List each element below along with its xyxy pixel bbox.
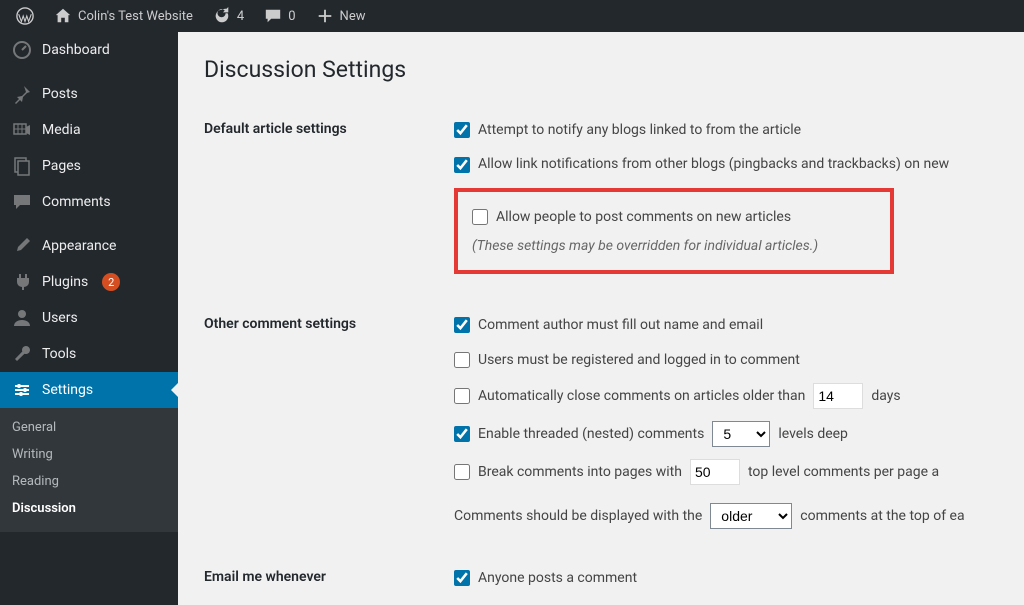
input-comments-per-page[interactable] — [690, 459, 740, 485]
select-comment-order[interactable]: older — [710, 503, 792, 529]
new-label: New — [340, 9, 366, 24]
label-notify-linked: Attempt to notify any blogs linked to fr… — [478, 119, 801, 141]
site-home-link[interactable]: Colin's Test Website — [46, 0, 201, 32]
highlight-annotation: Allow people to post comments on new art… — [454, 188, 894, 274]
updates-link[interactable]: 4 — [205, 0, 252, 32]
content-area: Discussion Settings Default article sett… — [178, 32, 1024, 605]
label-must-register: Users must be registered and logged in t… — [478, 349, 800, 371]
menu-appearance[interactable]: Appearance — [0, 228, 178, 264]
checkbox-allow-pingbacks[interactable] — [454, 157, 470, 173]
menu-label: Media — [42, 122, 81, 138]
pending-comments-count: 0 — [288, 9, 295, 24]
section-email-me-heading: Email me whenever — [204, 553, 454, 605]
menu-label: Settings — [42, 382, 93, 398]
menu-label: Dashboard — [42, 42, 110, 58]
menu-label: Appearance — [42, 238, 116, 254]
comment-icon — [264, 7, 282, 25]
page-title: Discussion Settings — [204, 56, 1004, 83]
label-auto-close-pre: Automatically close comments on articles… — [478, 385, 805, 407]
new-content-link[interactable]: New — [308, 0, 374, 32]
submenu-discussion[interactable]: Discussion — [0, 495, 178, 522]
section-default-article-heading: Default article settings — [204, 105, 454, 300]
menu-tools[interactable]: Tools — [0, 336, 178, 372]
menu-media[interactable]: Media — [0, 112, 178, 148]
submenu-writing[interactable]: Writing — [0, 441, 178, 468]
input-auto-close-days[interactable] — [813, 383, 863, 409]
menu-plugins[interactable]: Plugins 2 — [0, 264, 178, 300]
label-order-post: comments at the top of ea — [800, 505, 964, 527]
menu-comments[interactable]: Comments — [0, 184, 178, 220]
menu-pages[interactable]: Pages — [0, 148, 178, 184]
select-threaded-levels[interactable]: 5 — [712, 421, 770, 447]
menu-label: Plugins — [42, 274, 88, 290]
label-author-name-email: Comment author must fill out name and em… — [478, 314, 763, 336]
admin-bar: Colin's Test Website 4 0 New — [0, 0, 1024, 32]
wp-logo[interactable] — [8, 0, 42, 32]
menu-label: Users — [42, 310, 78, 326]
checkbox-auto-close[interactable] — [454, 388, 470, 404]
pin-icon — [12, 84, 32, 104]
label-email-anyone-posts: Anyone posts a comment — [478, 567, 637, 589]
menu-label: Posts — [42, 86, 78, 102]
label-allow-pingbacks: Allow link notifications from other blog… — [478, 153, 949, 175]
override-note: (These settings may be overridden for in… — [472, 236, 876, 262]
plug-icon — [12, 272, 32, 292]
site-title: Colin's Test Website — [78, 9, 193, 24]
comments-link[interactable]: 0 — [256, 0, 303, 32]
comment-icon — [12, 192, 32, 212]
admin-sidebar: Dashboard Posts Media Pages Comments App… — [0, 32, 178, 605]
section-other-comment-heading: Other comment settings — [204, 300, 454, 553]
wrench-icon — [12, 344, 32, 364]
plugins-update-badge: 2 — [102, 273, 120, 291]
menu-label: Tools — [42, 346, 76, 362]
settings-submenu: General Writing Reading Discussion — [0, 408, 178, 532]
menu-posts[interactable]: Posts — [0, 76, 178, 112]
plus-icon — [316, 7, 334, 25]
menu-users[interactable]: Users — [0, 300, 178, 336]
brush-icon — [12, 236, 32, 256]
menu-settings[interactable]: Settings — [0, 372, 178, 408]
menu-dashboard[interactable]: Dashboard — [0, 32, 178, 68]
checkbox-allow-comments[interactable] — [472, 209, 488, 225]
checkbox-must-register[interactable] — [454, 352, 470, 368]
label-order-pre: Comments should be displayed with the — [454, 505, 702, 527]
label-paginate-pre: Break comments into pages with — [478, 461, 682, 483]
updates-count: 4 — [237, 9, 244, 24]
media-icon — [12, 120, 32, 140]
checkbox-notify-linked[interactable] — [454, 122, 470, 138]
menu-label: Comments — [42, 194, 111, 210]
home-icon — [54, 7, 72, 25]
sliders-icon — [12, 380, 32, 400]
checkbox-email-anyone-posts[interactable] — [454, 570, 470, 586]
checkbox-threaded[interactable] — [454, 426, 470, 442]
refresh-icon — [213, 7, 231, 25]
checkbox-author-name-email[interactable] — [454, 317, 470, 333]
page-icon — [12, 156, 32, 176]
label-allow-comments: Allow people to post comments on new art… — [496, 206, 791, 228]
label-paginate-post: top level comments per page a — [748, 461, 939, 483]
label-threaded-pre: Enable threaded (nested) comments — [478, 423, 704, 445]
user-icon — [12, 308, 32, 328]
label-threaded-post: levels deep — [778, 423, 848, 445]
submenu-reading[interactable]: Reading — [0, 468, 178, 495]
label-auto-close-post: days — [871, 385, 900, 407]
menu-label: Pages — [42, 158, 81, 174]
submenu-general[interactable]: General — [0, 414, 178, 441]
checkbox-paginate[interactable] — [454, 464, 470, 480]
settings-form: Default article settings Attempt to noti… — [204, 105, 1004, 605]
dashboard-icon — [12, 40, 32, 60]
